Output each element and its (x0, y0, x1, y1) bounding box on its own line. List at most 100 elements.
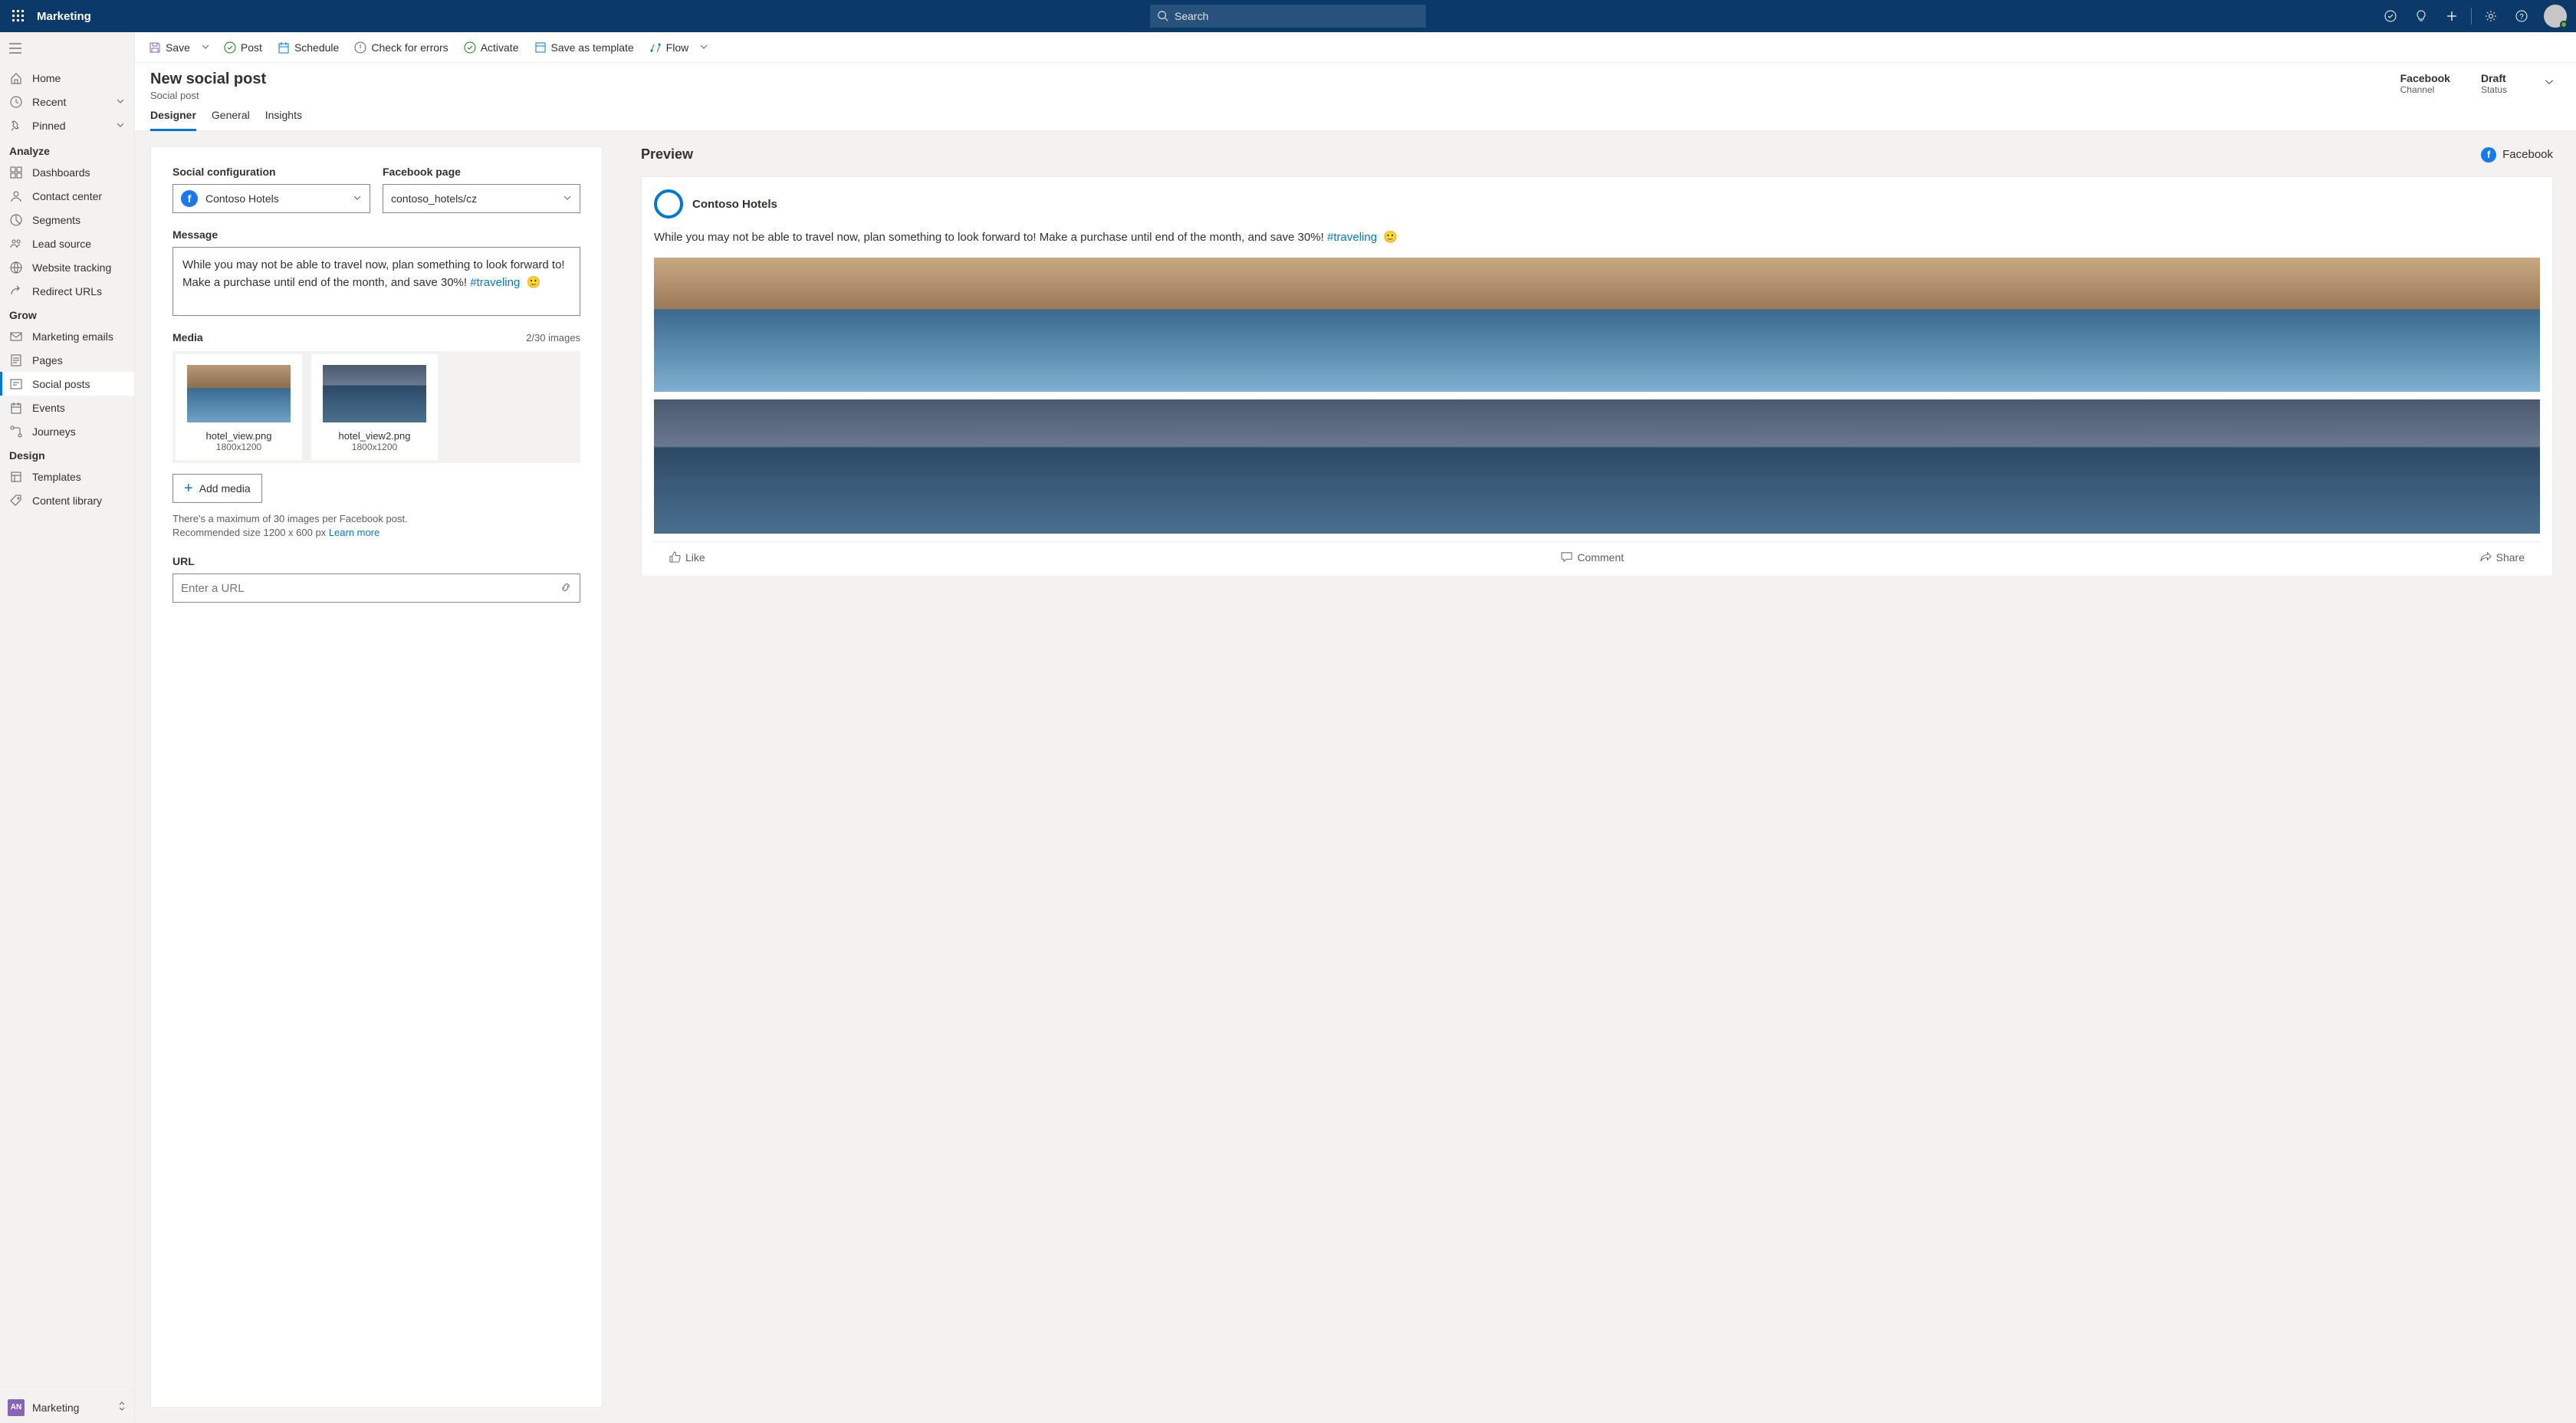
media-dimensions: 1800x1200 (183, 442, 294, 452)
page-dropdown[interactable]: contoso_hotels/cz (383, 184, 580, 213)
nav-home[interactable]: Home (0, 66, 134, 90)
app-launcher-icon[interactable] (3, 1, 34, 31)
social-config-label: Social configuration (172, 166, 370, 178)
tab-designer[interactable]: Designer (150, 109, 196, 131)
comment-button[interactable]: Comment (1561, 545, 1624, 564)
nav-label: Segments (32, 214, 80, 226)
template-icon (9, 471, 23, 483)
cmd-label: Flow (666, 41, 689, 54)
post-button[interactable]: Post (218, 35, 268, 60)
nav-section-grow: Grow (0, 303, 134, 324)
cmd-label: Check for errors (371, 41, 448, 54)
nav-redirect-urls[interactable]: Redirect URLs (0, 279, 134, 303)
message-textarea[interactable]: While you may not be able to travel now,… (172, 247, 580, 316)
url-field[interactable] (181, 582, 560, 595)
like-button[interactable]: Like (669, 545, 705, 564)
comment-icon (1561, 551, 1572, 563)
nav-journeys[interactable]: Journeys (0, 419, 134, 443)
tab-insights[interactable]: Insights (265, 109, 302, 130)
facebook-icon: f (2481, 147, 2496, 163)
flow-button[interactable]: Flow (643, 35, 695, 60)
channel-value: Facebook (2400, 72, 2450, 84)
nav-pages[interactable]: Pages (0, 348, 134, 372)
schedule-button[interactable]: Schedule (271, 35, 345, 60)
media-thumbnail (323, 365, 426, 422)
cmd-label: Activate (481, 41, 519, 54)
like-icon (669, 551, 681, 563)
template-icon (534, 41, 547, 54)
nav-recent[interactable]: Recent (0, 90, 134, 113)
globe-icon (9, 261, 23, 274)
tab-general[interactable]: General (212, 109, 250, 130)
nav-content-library[interactable]: Content library (0, 488, 134, 512)
calendar-icon (9, 402, 23, 414)
media-label: Media (172, 331, 203, 343)
mail-icon (9, 330, 23, 343)
page-header: New social post Social post Facebook Cha… (135, 63, 2576, 101)
nav-pinned[interactable]: Pinned (0, 113, 134, 137)
media-count: 2/30 images (526, 332, 580, 343)
media-item[interactable]: hotel_view.png 1800x1200 (176, 354, 302, 460)
nav-segments[interactable]: Segments (0, 208, 134, 232)
emoji-icon: 🙂 (1380, 231, 1398, 244)
save-template-button[interactable]: Save as template (528, 35, 640, 60)
app-title: Marketing (37, 10, 91, 23)
nav-contact-center[interactable]: Contact center (0, 184, 134, 208)
preview-text: While you may not be able to travel now,… (654, 229, 2540, 247)
save-button[interactable]: Save (143, 35, 196, 60)
media-help: There's a maximum of 30 images per Faceb… (172, 512, 580, 540)
settings-icon[interactable] (2476, 1, 2505, 31)
main-content: Save Post Schedule Check for errors Acti… (135, 32, 2576, 1423)
activate-button[interactable]: Activate (458, 35, 525, 60)
nav-events[interactable]: Events (0, 396, 134, 419)
search-input[interactable]: Search (1150, 5, 1426, 28)
search-icon (1158, 11, 1168, 21)
channel-label: Channel (2400, 84, 2450, 95)
nav-marketing-emails[interactable]: Marketing emails (0, 324, 134, 348)
facebook-icon: f (181, 190, 198, 207)
nav-area-switcher[interactable]: AN Marketing (0, 1391, 134, 1423)
social-config-dropdown[interactable]: f Contoso Hotels (172, 184, 370, 213)
journey-icon (9, 426, 23, 438)
user-avatar[interactable] (2544, 5, 2567, 28)
nav-label: Journeys (32, 426, 76, 438)
header-expand[interactable] (2538, 71, 2561, 96)
home-icon (9, 72, 23, 84)
nav-section-analyze: Analyze (0, 139, 134, 160)
nav-dashboards[interactable]: Dashboards (0, 160, 134, 184)
nav-collapse-button[interactable] (6, 39, 25, 58)
message-hashtag: #traveling (470, 276, 520, 289)
nav-social-posts[interactable]: Social posts (0, 372, 134, 396)
share-button[interactable]: Share (2480, 545, 2525, 564)
media-item[interactable]: hotel_view2.png 1800x1200 (311, 354, 438, 460)
help-icon[interactable]: ? (2507, 1, 2536, 31)
clock-icon (9, 96, 23, 108)
status-value: Draft (2481, 72, 2507, 84)
check-errors-button[interactable]: Check for errors (348, 35, 454, 60)
social-icon (9, 378, 23, 390)
media-filename: hotel_view2.png (319, 430, 430, 442)
media-thumbnail (187, 365, 291, 422)
check-icon (464, 41, 476, 54)
nav-lead-source[interactable]: Lead source (0, 232, 134, 255)
nav-label: Dashboards (32, 166, 90, 179)
task-icon[interactable] (2376, 1, 2405, 31)
lightbulb-icon[interactable] (2407, 1, 2436, 31)
plus-icon: + (184, 480, 193, 498)
url-input[interactable] (172, 573, 580, 603)
search-placeholder: Search (1175, 10, 1208, 22)
segments-icon (9, 214, 23, 226)
add-media-button[interactable]: + Add media (172, 474, 262, 503)
share-icon (2480, 551, 2492, 563)
tab-list: Designer General Insights (135, 101, 2576, 131)
person-icon (9, 190, 23, 202)
nav-templates[interactable]: Templates (0, 465, 134, 488)
flow-dropdown[interactable] (695, 41, 713, 54)
save-dropdown[interactable] (196, 41, 215, 54)
nav-label: Redirect URLs (32, 285, 102, 297)
learn-more-link[interactable]: Learn more (329, 527, 380, 538)
add-icon[interactable] (2437, 1, 2466, 31)
nav-website-tracking[interactable]: Website tracking (0, 255, 134, 279)
preview-image (654, 258, 2540, 392)
preview-channel: f Facebook (2481, 147, 2553, 163)
